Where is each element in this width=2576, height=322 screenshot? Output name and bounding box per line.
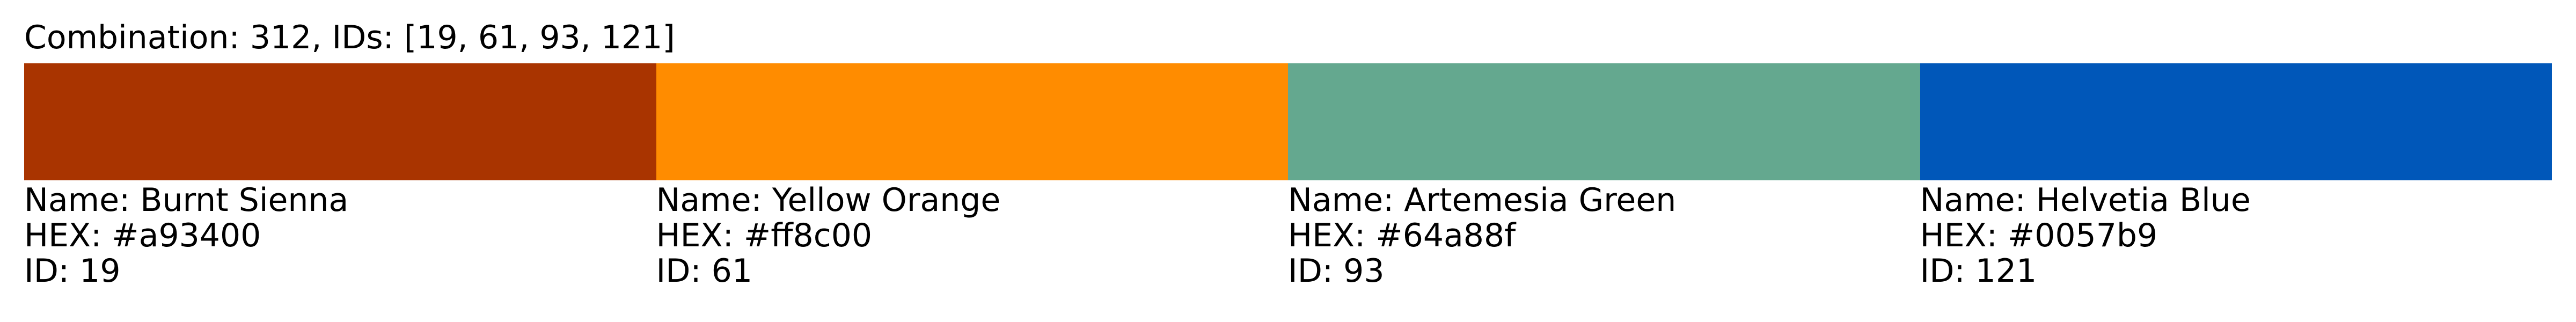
color-id-label: ID: 19 bbox=[24, 252, 121, 290]
color-label-burnt-sienna: Name: Burnt Sienna HEX: #a93400 ID: 19 bbox=[24, 182, 656, 289]
color-swatch-helvetia-blue bbox=[1920, 63, 2552, 180]
color-hex-label: HEX: #ff8c00 bbox=[656, 217, 873, 254]
color-swatch-burnt-sienna bbox=[24, 63, 656, 180]
color-id-label: ID: 61 bbox=[656, 252, 753, 290]
combination-title: Combination: 312, IDs: [19, 61, 93, 121] bbox=[24, 19, 675, 56]
color-swatch-artemesia-green bbox=[1288, 63, 1920, 180]
color-label-helvetia-blue: Name: Helvetia Blue HEX: #0057b9 ID: 121 bbox=[1920, 182, 2552, 289]
color-name-label: Name: Burnt Sienna bbox=[24, 181, 349, 219]
color-name-label: Name: Artemesia Green bbox=[1288, 181, 1677, 219]
color-hex-label: HEX: #a93400 bbox=[24, 217, 261, 254]
color-swatch-yellow-orange bbox=[656, 63, 1288, 180]
color-hex-label: HEX: #0057b9 bbox=[1920, 217, 2158, 254]
color-label-yellow-orange: Name: Yellow Orange HEX: #ff8c00 ID: 61 bbox=[656, 182, 1289, 289]
swatch-row bbox=[24, 63, 2552, 180]
color-label-artemesia-green: Name: Artemesia Green HEX: #64a88f ID: 9… bbox=[1288, 182, 1920, 289]
color-id-label: ID: 93 bbox=[1288, 252, 1385, 290]
swatch-labels: Name: Burnt Sienna HEX: #a93400 ID: 19 N… bbox=[24, 182, 2552, 289]
color-id-label: ID: 121 bbox=[1920, 252, 2037, 290]
color-name-label: Name: Yellow Orange bbox=[656, 181, 1001, 219]
color-hex-label: HEX: #64a88f bbox=[1288, 217, 1516, 254]
color-name-label: Name: Helvetia Blue bbox=[1920, 181, 2251, 219]
